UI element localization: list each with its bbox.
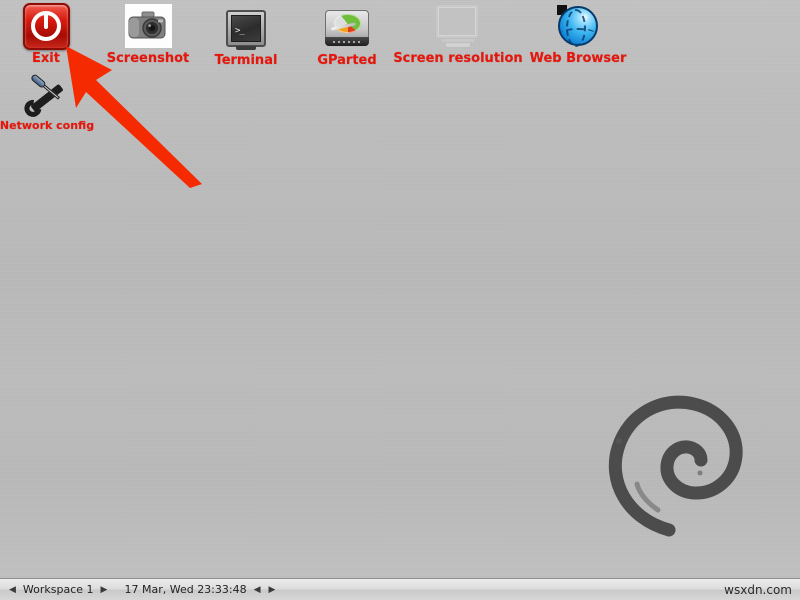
- workspace-next-icon[interactable]: ▶: [97, 581, 112, 599]
- desktop-icon-label: Web Browser: [529, 51, 627, 66]
- desktop-icon-label: Network config: [0, 119, 95, 132]
- clock-widget[interactable]: 17 Mar, Wed 23:33:48 ◀ ▶: [118, 581, 282, 599]
- desktop-icon-label: GParted: [317, 53, 377, 68]
- hard-disk-icon: [325, 4, 369, 52]
- desktop-icon-screenshot[interactable]: Screenshot: [98, 2, 198, 66]
- taskbar[interactable]: ◀ Workspace 1 ▶ 17 Mar, Wed 23:33:48 ◀ ▶…: [0, 578, 800, 600]
- desktop-icon-label: Screenshot: [106, 51, 190, 66]
- workspace-prev-icon[interactable]: ◀: [5, 581, 20, 599]
- desktop-icon-label: Exit: [32, 51, 60, 66]
- desktop-icon-exit[interactable]: Exit: [18, 2, 74, 66]
- desktop-icon-gparted[interactable]: GParted: [310, 4, 384, 68]
- watermark-label: wsxdn.com: [724, 582, 792, 597]
- desktop-icon-label: Screen resolution: [393, 51, 523, 66]
- power-button-icon: [22, 2, 70, 50]
- desktop-icon-label: Terminal: [214, 53, 278, 68]
- desktop-icon-terminal[interactable]: >_ Terminal: [203, 4, 289, 68]
- clock-prev-icon[interactable]: ◀: [250, 581, 265, 599]
- desktop-icon-network-config[interactable]: Network config: [0, 70, 95, 132]
- clock-next-icon[interactable]: ▶: [265, 581, 280, 599]
- desktop[interactable]: Exit Screenshot >_ Terminal GParted Scre…: [0, 0, 800, 600]
- clock-label: 17 Mar, Wed 23:33:48: [124, 583, 247, 596]
- workspace-switcher[interactable]: ◀ Workspace 1 ▶: [2, 581, 114, 599]
- workspace-label: Workspace 1: [22, 583, 94, 596]
- wrench-screwdriver-icon: [24, 70, 70, 118]
- debian-swirl-logo: [608, 395, 743, 537]
- camera-icon: [124, 2, 172, 50]
- terminal-monitor-icon: >_: [226, 4, 266, 52]
- desktop-icon-web-browser[interactable]: Web Browser: [526, 2, 630, 66]
- display-monitor-icon: [436, 2, 480, 50]
- desktop-icon-screen-resolution[interactable]: Screen resolution: [388, 2, 528, 66]
- globe-icon: [556, 2, 600, 50]
